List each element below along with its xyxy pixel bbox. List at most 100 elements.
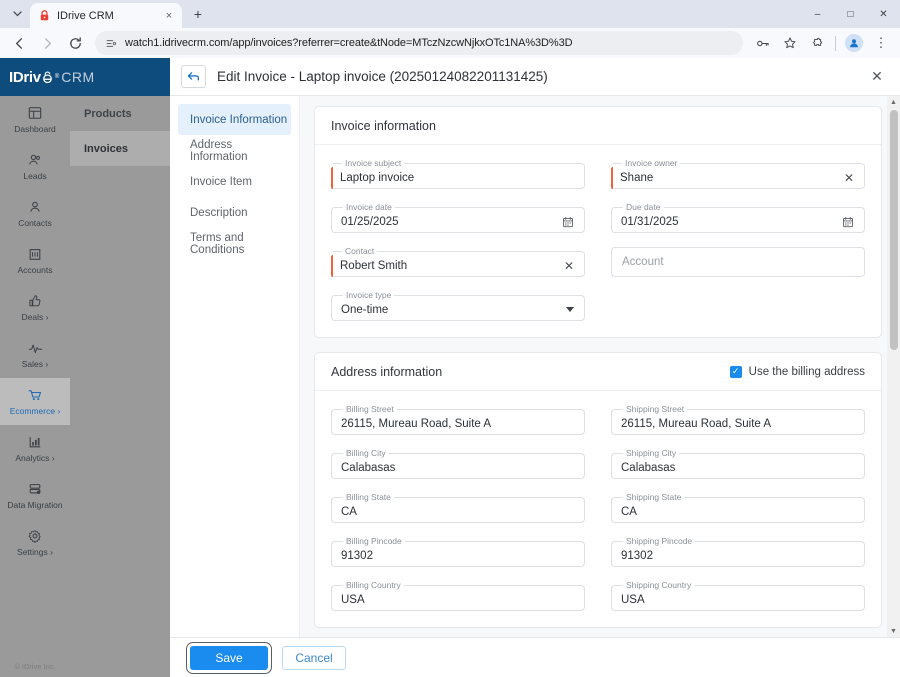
nav-item-address-information[interactable]: Address Information	[178, 135, 291, 166]
shipping-street-field[interactable]: Shipping Street 26115, Mureau Road, Suit…	[611, 405, 865, 435]
new-tab-button[interactable]: +	[185, 1, 211, 27]
submenu-item-products[interactable]: Products	[70, 96, 170, 131]
window-close-button[interactable]: ✕	[867, 0, 900, 28]
billing-street-field[interactable]: Billing Street 26115, Mureau Road, Suite…	[331, 405, 585, 435]
address-card-body: Billing Street 26115, Mureau Road, Suite…	[315, 391, 881, 627]
invoice-owner-field[interactable]: Invoice owner Shane ✕	[611, 159, 865, 189]
billing-state-label: Billing State	[346, 492, 391, 502]
browser-tab[interactable]: IDrive CRM ×	[30, 3, 182, 28]
invoice-subject-field[interactable]: Invoice subject Laptop invoice	[331, 159, 585, 189]
back-arrow-icon[interactable]	[181, 65, 206, 88]
tab-close-icon[interactable]: ×	[162, 9, 176, 23]
pulse-icon	[28, 341, 43, 356]
calendar-icon[interactable]	[562, 216, 574, 228]
sidebar-label: Accounts	[17, 264, 53, 275]
browser-window: IDrive CRM × + – □ ✕ watch1.idrivecrm.co…	[0, 0, 900, 677]
sidebar-item-leads[interactable]: Leads	[0, 143, 70, 190]
form-scrollbar[interactable]: ▲ ▼	[887, 96, 900, 637]
brand-lock-e-icon	[41, 69, 54, 86]
sidebar-item-sales[interactable]: Sales ›	[0, 331, 70, 378]
modal-header: Edit Invoice - Laptop invoice (202501240…	[170, 58, 900, 96]
sidebar-item-analytics[interactable]: Analytics ›	[0, 425, 70, 472]
shipping-city-label: Shipping City	[626, 448, 677, 458]
gear-icon	[28, 529, 42, 544]
address-card-header: Address information ✓ Use the billing ad…	[315, 353, 881, 391]
nav-item-invoice-information[interactable]: Invoice Information	[178, 104, 291, 135]
clear-icon[interactable]: ✕	[564, 259, 574, 273]
tab-search-button[interactable]	[4, 1, 30, 27]
forward-icon[interactable]	[34, 30, 60, 56]
invoice-subject-label: Invoice subject	[345, 158, 402, 168]
reload-icon[interactable]	[62, 30, 88, 56]
browser-menu-icon[interactable]: ⋮	[868, 30, 894, 56]
bookmark-star-icon[interactable]	[777, 30, 803, 56]
billing-country-field[interactable]: Billing Country USA	[331, 581, 585, 611]
scroll-down-icon[interactable]: ▼	[890, 625, 897, 637]
chevron-down-icon[interactable]	[566, 307, 574, 313]
due-date-label: Due date	[626, 202, 661, 212]
dashboard-icon	[28, 106, 42, 121]
shipping-state-value: CA	[621, 505, 637, 518]
sidebar-item-ecommerce[interactable]: Ecommerce ›	[0, 378, 70, 425]
modal-form-area: Invoice information Invoice subject Lapt…	[300, 96, 900, 637]
extensions-puzzle-icon[interactable]	[804, 30, 830, 56]
window-maximize-button[interactable]: □	[834, 0, 867, 28]
sidebar-item-data-migration[interactable]: Data Migration	[0, 472, 70, 519]
submenu-item-invoices[interactable]: Invoices	[70, 131, 170, 166]
sidebar-label: Dashboard	[14, 123, 56, 134]
invoice-type-value: One-time	[341, 303, 389, 316]
shipping-country-field[interactable]: Shipping Country USA	[611, 581, 865, 611]
shipping-city-field[interactable]: Shipping City Calabasas	[611, 449, 865, 479]
sidebar-item-settings[interactable]: Settings ›	[0, 519, 70, 566]
shipping-state-label: Shipping State	[626, 492, 682, 502]
billing-country-value: USA	[341, 593, 365, 606]
billing-state-value: CA	[341, 505, 357, 518]
sidebar-label: Analytics ›	[15, 452, 55, 463]
calendar-icon[interactable]	[842, 216, 854, 228]
invoice-date-field[interactable]: Invoice date 01/25/2025	[331, 203, 585, 233]
nav-item-terms-and-conditions[interactable]: Terms and Conditions	[178, 228, 291, 259]
due-date-field[interactable]: Due date 01/31/2025	[611, 203, 865, 233]
scroll-up-icon[interactable]: ▲	[890, 96, 897, 108]
sidebar-item-dashboard[interactable]: Dashboard	[0, 96, 70, 143]
save-button[interactable]: Save	[190, 645, 268, 670]
billing-street-label: Billing Street	[346, 404, 394, 414]
invoice-type-label: Invoice type	[346, 290, 392, 300]
clear-icon[interactable]: ✕	[844, 171, 854, 185]
account-field[interactable]: Account	[611, 247, 865, 277]
contact-field[interactable]: Contact Robert Smith ✕	[331, 247, 585, 277]
shipping-street-value: 26115, Mureau Road, Suite A	[621, 417, 772, 430]
address-bar[interactable]: watch1.idrivecrm.com/app/invoices?referr…	[95, 31, 743, 55]
key-icon[interactable]	[750, 30, 776, 56]
billing-city-value: Calabasas	[341, 461, 396, 474]
billing-pincode-label: Billing Pincode	[346, 536, 402, 546]
window-minimize-button[interactable]: –	[801, 0, 834, 28]
profile-avatar-icon[interactable]	[841, 30, 867, 56]
shipping-pincode-field[interactable]: Shipping Pincode 91302	[611, 537, 865, 567]
invoice-type-field[interactable]: Invoice type One-time	[331, 291, 585, 321]
sidebar-item-contacts[interactable]: Contacts	[0, 190, 70, 237]
due-date-value: 01/31/2025	[621, 215, 679, 228]
sidebar-label: Settings ›	[17, 546, 53, 557]
address-row-state: Billing State CA Shipping State CA	[331, 493, 865, 523]
page-info-icon[interactable]	[105, 37, 118, 50]
cancel-button[interactable]: Cancel	[282, 645, 346, 670]
nav-item-description[interactable]: Description	[178, 197, 291, 228]
sidebar-item-accounts[interactable]: Accounts	[0, 237, 70, 284]
form-scroll-region: Invoice information Invoice subject Lapt…	[314, 106, 890, 637]
billing-city-field[interactable]: Billing City Calabasas	[331, 449, 585, 479]
nav-item-invoice-item[interactable]: Invoice Item	[178, 166, 291, 197]
contact-label: Contact	[345, 246, 375, 256]
cart-icon	[28, 388, 43, 403]
use-billing-address-label: Use the billing address	[748, 365, 865, 378]
primary-sidebar: Dashboard Leads Contacts Accounts Deals …	[0, 58, 70, 677]
use-billing-address-checkbox[interactable]: ✓ Use the billing address	[729, 365, 865, 378]
close-icon[interactable]: ✕	[868, 68, 886, 86]
back-icon[interactable]	[6, 30, 32, 56]
shipping-state-field[interactable]: Shipping State CA	[611, 493, 865, 523]
scrollbar-thumb[interactable]	[889, 110, 898, 350]
window-controls: – □ ✕	[801, 0, 900, 28]
sidebar-item-deals[interactable]: Deals ›	[0, 284, 70, 331]
billing-pincode-field[interactable]: Billing Pincode 91302	[331, 537, 585, 567]
billing-state-field[interactable]: Billing State CA	[331, 493, 585, 523]
